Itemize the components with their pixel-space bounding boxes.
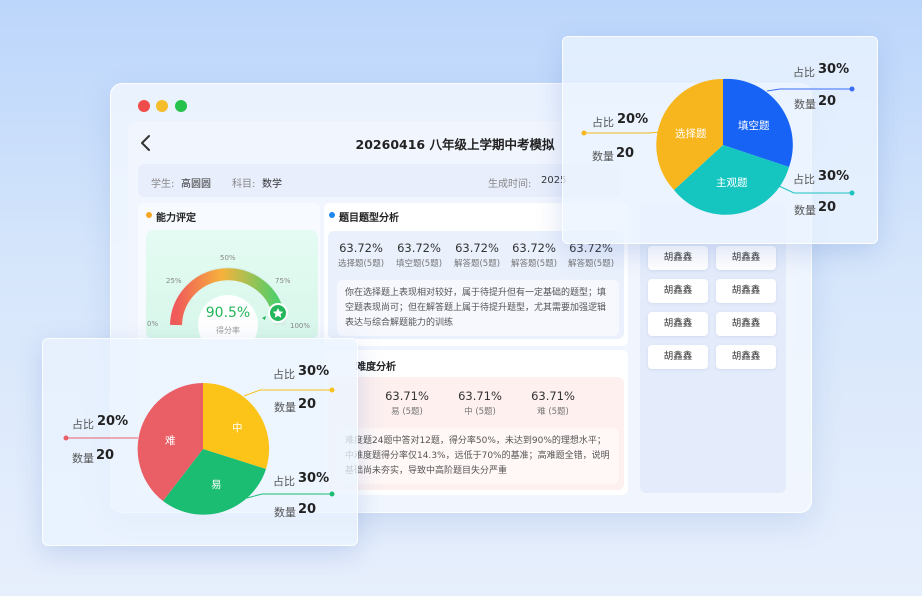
legend-ratio-label: 占比 xyxy=(592,116,614,129)
legend-ratio-label: 占比 xyxy=(273,475,295,488)
score-value: 90.5% xyxy=(205,305,251,321)
difficulty-analysis-note: 难度题24题中答对12题，得分率50%，未达到90%的理想水平；中难度题得分率仅… xyxy=(337,428,619,484)
type-stat-label: 解答题(5题) xyxy=(453,259,501,269)
legend-count-value: 20 xyxy=(818,94,837,109)
legend-ratio-label: 占比 xyxy=(793,66,815,79)
gauge-tick-75: 75% xyxy=(275,277,291,285)
legend-ratio-value: 30% xyxy=(298,471,330,486)
difficulty-stat-value: 63.71% xyxy=(385,389,429,403)
type-stat-value: 63.72% xyxy=(339,241,383,255)
slice-label-fill-blank: 填空题 xyxy=(738,120,770,132)
question-type-title: 题目题型分析 xyxy=(339,213,399,224)
legend-count-label: 数量 xyxy=(794,204,816,217)
legend-count-value: 20 xyxy=(298,397,317,412)
orange-bullet-icon xyxy=(146,212,152,218)
legend-ratio-value: 30% xyxy=(298,364,330,379)
blue-bullet-icon xyxy=(329,212,335,218)
student-name-button[interactable]: 胡鑫鑫 xyxy=(648,345,708,369)
legend-ratio-value: 20% xyxy=(617,112,649,127)
back-arrow-icon[interactable] xyxy=(138,134,154,152)
legend-count-value: 20 xyxy=(818,200,837,215)
slice-label-hard: 难 xyxy=(165,435,176,447)
difficulty-stat-label: 难 (5题) xyxy=(537,407,569,417)
difficulty-stat-label: 易 (5题) xyxy=(391,407,423,417)
type-stat-label: 选择题(5题) xyxy=(337,259,385,269)
legend-count-label: 数量 xyxy=(592,150,614,163)
student-name-button[interactable]: 胡鑫鑫 xyxy=(648,246,708,270)
type-stat-label: 解答题(5题) xyxy=(567,259,615,269)
legend-count-value: 20 xyxy=(298,502,317,517)
generated-label: 生成时间: xyxy=(488,179,532,190)
legend-ratio-label: 占比 xyxy=(793,173,815,186)
type-stat-label: 填空题(5题) xyxy=(395,259,443,269)
legend-ratio-label: 占比 xyxy=(72,418,94,431)
student-label: 学生: xyxy=(151,179,175,190)
slice-label-easy: 易 xyxy=(211,479,222,491)
ability-title: 能力评定 xyxy=(156,213,196,224)
window-close-button[interactable] xyxy=(138,100,150,112)
difficulty-stat-value: 63.71% xyxy=(531,389,575,403)
page-title: 20260416 八年级上学期中考模拟 xyxy=(355,137,555,152)
gauge-tick-100: 100% xyxy=(290,322,311,330)
gauge-tick-50: 50% xyxy=(220,254,236,262)
type-stat-label: 解答题(5题) xyxy=(510,259,558,269)
slice-label-choice: 选择题 xyxy=(675,128,707,140)
type-stat-value: 63.72% xyxy=(512,241,556,255)
student-name-button[interactable]: 胡鑫鑫 xyxy=(716,345,776,369)
legend-count-label: 数量 xyxy=(794,98,816,111)
legend-ratio-value: 30% xyxy=(818,169,850,184)
slice-label-subjective: 主观题 xyxy=(716,177,748,189)
legend-count-value: 20 xyxy=(616,146,635,161)
window-minimize-button[interactable] xyxy=(156,100,168,112)
difficulty-title: 难度分析 xyxy=(356,362,396,373)
type-analysis-note: 你在选择题上表现相对较好，属于待提升但有一定基础的题型；填空题表现尚可；但在解答… xyxy=(337,280,619,336)
difficulty-stat-label: 中 (5题) xyxy=(464,407,496,417)
score-label: 得分率 xyxy=(216,326,240,335)
slice-label-medium: 中 xyxy=(232,422,243,434)
difficulty-stat-value: 63.71% xyxy=(458,389,502,403)
gauge-tick-25: 25% xyxy=(166,277,182,285)
student-name: 高圆圆 xyxy=(181,179,211,190)
student-name-button[interactable]: 胡鑫鑫 xyxy=(648,279,708,303)
window-maximize-button[interactable] xyxy=(175,100,187,112)
type-stat-value: 63.72% xyxy=(397,241,441,255)
student-name-button[interactable]: 胡鑫鑫 xyxy=(716,312,776,336)
student-name-button[interactable]: 胡鑫鑫 xyxy=(716,279,776,303)
legend-count-label: 数量 xyxy=(72,452,94,465)
subject-value: 数学 xyxy=(262,179,282,190)
type-stat-value: 63.72% xyxy=(455,241,499,255)
subject-label: 科目: xyxy=(232,179,256,190)
legend-ratio-value: 20% xyxy=(97,414,129,429)
legend-count-label: 数量 xyxy=(274,401,296,414)
legend-count-label: 数量 xyxy=(274,506,296,519)
student-name-button[interactable]: 胡鑫鑫 xyxy=(716,246,776,270)
legend-ratio-value: 30% xyxy=(818,62,850,77)
gauge-tick-0: 0% xyxy=(147,320,159,328)
legend-ratio-label: 占比 xyxy=(273,368,295,381)
student-name-button[interactable]: 胡鑫鑫 xyxy=(648,312,708,336)
legend-count-value: 20 xyxy=(96,448,115,463)
